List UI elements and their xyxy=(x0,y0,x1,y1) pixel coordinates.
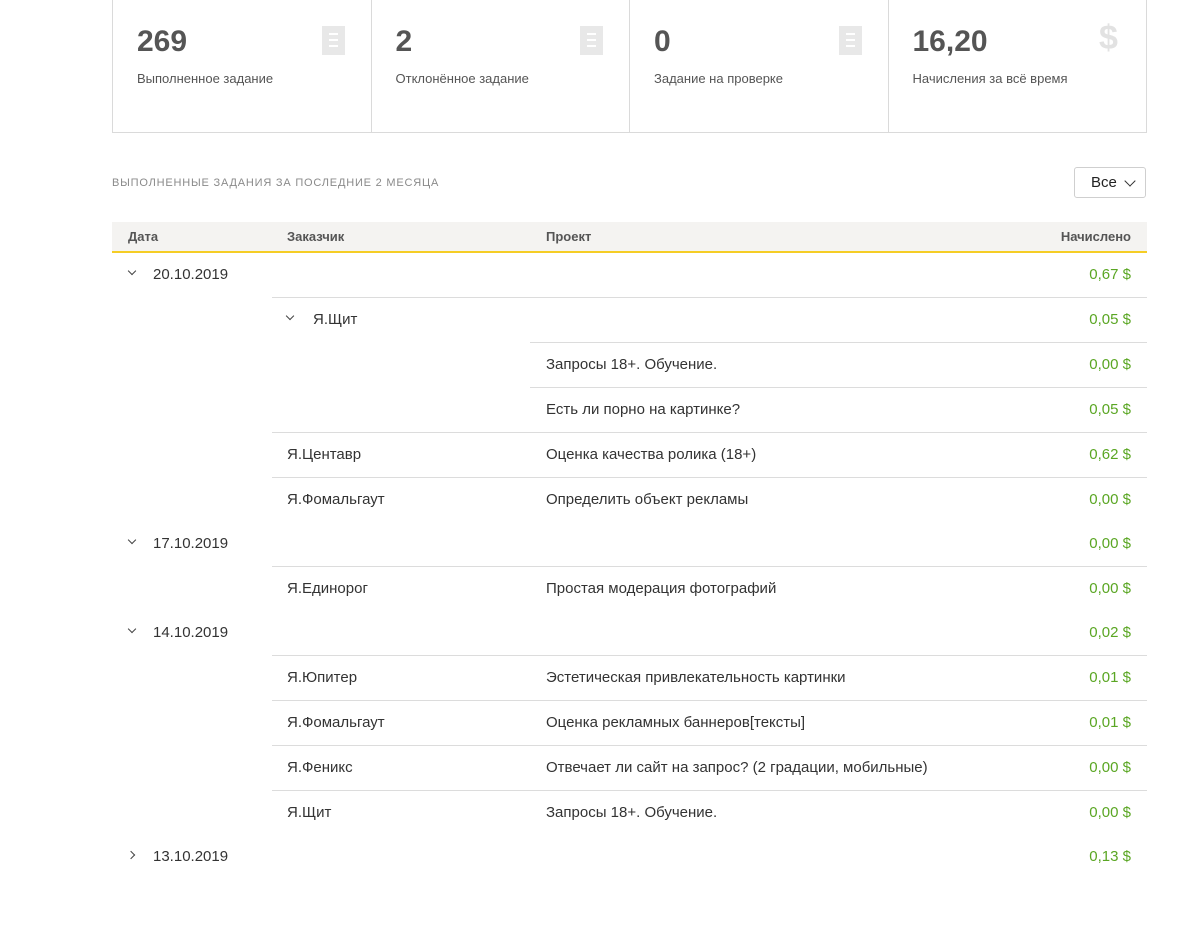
project-row: Есть ли порно на картинке? 0,05 $ xyxy=(112,388,1147,433)
date-group-row[interactable]: 20.10.2019 0,67 $ xyxy=(112,253,1147,298)
document-icon xyxy=(580,26,603,55)
row-project: Есть ли порно на картинке? xyxy=(546,401,741,418)
chevron-down-icon[interactable] xyxy=(285,312,297,324)
filter-selected-value: Все xyxy=(1091,174,1117,191)
row-customer: Я.Юпитер xyxy=(287,669,358,686)
row-amount: 0,02 $ xyxy=(1089,624,1131,641)
dollar-icon: $ xyxy=(1099,19,1118,57)
section-title: ВЫПОЛНЕННЫЕ ЗАДАНИЯ ЗА ПОСЛЕДНИЕ 2 МЕСЯЦ… xyxy=(112,177,440,189)
row-project: Запросы 18+. Обучение. xyxy=(546,804,718,821)
document-icon xyxy=(838,26,862,55)
row-date: 20.10.2019 xyxy=(153,266,229,283)
period-filter-select[interactable]: Все xyxy=(1074,167,1146,198)
row-project: Отвечает ли сайт на запрос? (2 градации,… xyxy=(546,759,928,776)
row-amount: 0,62 $ xyxy=(1089,446,1131,463)
table-row: Я.Центавр Оценка качества ролика (18+) 0… xyxy=(112,433,1147,478)
stat-value: 0 xyxy=(654,25,671,58)
customer-group-row[interactable]: Я.Щит 0,05 $ xyxy=(112,298,1147,343)
date-group-row[interactable]: 14.10.2019 0,02 $ xyxy=(112,611,1147,656)
row-customer: Я.Феникс xyxy=(287,759,353,776)
column-header-amount[interactable]: Начислено xyxy=(1061,229,1131,244)
column-header-customer[interactable]: Заказчик xyxy=(287,229,344,244)
table-row: Я.Фомальгаут Определить объект рекламы 0… xyxy=(112,478,1147,522)
chevron-down-icon[interactable] xyxy=(127,267,139,279)
table-header: Дата Заказчик Проект Начислено xyxy=(112,222,1147,253)
stat-card-pending: 0 Задание на проверке xyxy=(630,0,889,132)
row-project: Простая модерация фотографий xyxy=(546,580,777,597)
row-customer: Я.Фомальгаут xyxy=(287,491,385,508)
row-project: Эстетическая привлекательность картинки xyxy=(546,669,846,686)
stat-label: Задание на проверке xyxy=(654,71,783,86)
project-row: Запросы 18+. Обучение. 0,00 $ xyxy=(112,343,1147,388)
tasks-table-body: 20.10.2019 0,67 $ Я.Щит 0,05 $ Запросы 1… xyxy=(112,253,1147,880)
date-group-row[interactable]: 13.10.2019 0,13 $ xyxy=(112,835,1147,880)
row-project: Оценка рекламных баннеров[тексты] xyxy=(546,714,806,731)
document-icon xyxy=(321,26,345,55)
table-row: Я.Щит Запросы 18+. Обучение. 0,00 $ xyxy=(112,791,1147,835)
stat-label: Выполненное задание xyxy=(137,71,274,86)
stat-label: Начисления за всё время xyxy=(912,71,1068,86)
row-amount: 0,05 $ xyxy=(1089,311,1131,328)
row-amount: 0,01 $ xyxy=(1089,714,1131,731)
row-customer: Я.Единорог xyxy=(287,580,368,597)
row-amount: 0,00 $ xyxy=(1089,759,1131,776)
row-amount: 0,05 $ xyxy=(1089,401,1131,418)
stat-value: 269 xyxy=(137,25,188,58)
chevron-down-icon[interactable] xyxy=(127,625,139,637)
row-customer: Я.Фомальгаут xyxy=(287,714,385,731)
stat-value: 2 xyxy=(395,25,413,58)
stat-card-completed: 269 Выполненное задание xyxy=(113,0,372,132)
stat-card-rejected: 2 Отклонённое задание xyxy=(372,0,630,132)
stat-value: 16,20 xyxy=(912,25,988,58)
row-project: Определить объект рекламы xyxy=(546,491,749,508)
table-row: Я.Юпитер Эстетическая привлекательность … xyxy=(112,656,1147,701)
chevron-down-icon[interactable] xyxy=(127,536,139,548)
row-amount: 0,67 $ xyxy=(1089,266,1131,283)
row-amount: 0,00 $ xyxy=(1089,535,1131,552)
row-project: Запросы 18+. Обучение. xyxy=(546,356,718,373)
stats-panel: 269 Выполненное задание 2 Отклонённое за… xyxy=(112,0,1147,133)
stat-label: Отклонённое задание xyxy=(395,71,529,86)
row-amount: 0,01 $ xyxy=(1089,669,1131,686)
row-customer: Я.Щит xyxy=(313,311,358,328)
row-amount: 0,00 $ xyxy=(1089,356,1131,373)
stat-card-earnings: 16,20 Начисления за всё время $ xyxy=(889,0,1147,132)
chevron-down-icon xyxy=(1124,175,1136,187)
chevron-right-icon[interactable] xyxy=(127,849,139,861)
column-header-date[interactable]: Дата xyxy=(128,229,158,244)
row-customer: Я.Щит xyxy=(287,804,332,821)
row-amount: 0,00 $ xyxy=(1089,580,1131,597)
row-amount: 0,13 $ xyxy=(1089,848,1131,865)
table-row: Я.Феникс Отвечает ли сайт на запрос? (2 … xyxy=(112,746,1147,791)
row-date: 17.10.2019 xyxy=(153,535,229,552)
column-header-project[interactable]: Проект xyxy=(546,229,591,244)
table-row: Я.Единорог Простая модерация фотографий … xyxy=(112,567,1147,611)
row-project: Оценка качества ролика (18+) xyxy=(546,446,757,463)
table-row: Я.Фомальгаут Оценка рекламных баннеров[т… xyxy=(112,701,1147,746)
date-group-row[interactable]: 17.10.2019 0,00 $ xyxy=(112,522,1147,567)
row-amount: 0,00 $ xyxy=(1089,804,1131,821)
row-date: 14.10.2019 xyxy=(153,624,229,641)
row-customer: Я.Центавр xyxy=(287,446,362,463)
row-date: 13.10.2019 xyxy=(153,848,229,865)
row-amount: 0,00 $ xyxy=(1089,491,1131,508)
